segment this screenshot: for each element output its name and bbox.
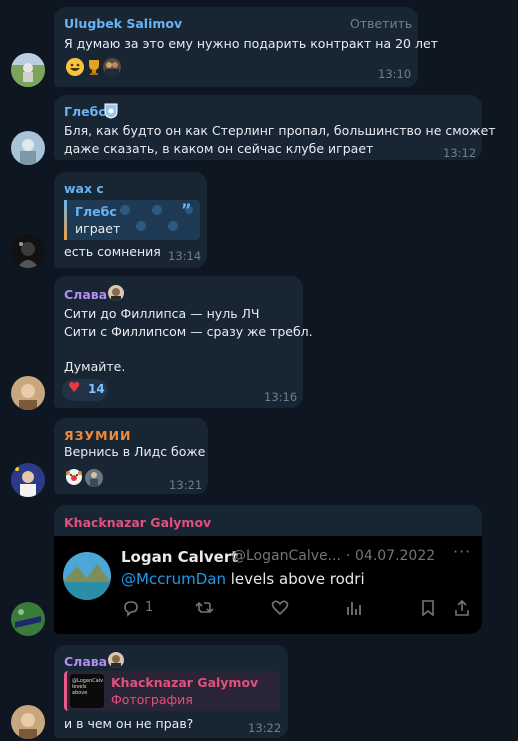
quote-mark-icon: ” (181, 200, 192, 219)
tweet-text: levels above rodri (225, 570, 365, 588)
reaction-pointing-person[interactable] (85, 469, 103, 487)
message-bubble[interactable]: wax c Глебс играет ” есть сомнения 13:14 (54, 172, 207, 268)
message-author[interactable]: Khacknazar Galymov (64, 515, 211, 530)
message-bubble[interactable]: Khacknazar Galymov Logan Calvert @LoganC… (54, 505, 482, 634)
reaction-group-photo[interactable] (103, 58, 121, 76)
avatar[interactable] (11, 705, 45, 739)
message-bubble[interactable]: ЯЗУМИИ Вернись в Лидс боже 13:21 (54, 418, 208, 494)
message-author[interactable]: Глебс (64, 104, 106, 119)
reaction-clown-face[interactable] (66, 469, 82, 485)
reaction-grinning-face[interactable] (66, 58, 84, 76)
group-photo-icon (105, 62, 119, 76)
avatar-photo (11, 705, 45, 739)
quote-thumbnail: @LoganCalv levels above (70, 674, 104, 708)
tweet-handle[interactable]: @LoganCalve... (232, 548, 341, 564)
message-author[interactable]: wax c (64, 181, 104, 196)
message-text: и в чем он не прав? (64, 716, 194, 731)
message-text-line: Сити с Филлипсом — сразу же требл. (64, 324, 313, 339)
message-text-line: Сити до Филлипса — нуль ЛЧ (64, 306, 260, 321)
pointing-person-icon (90, 472, 98, 487)
avatar[interactable] (11, 602, 45, 636)
message-text-line: Бля, как будто он как Стерлинг пропал, б… (64, 123, 496, 138)
tweet-avatar-photo (63, 552, 111, 600)
tweet-more-icon[interactable]: ··· (453, 542, 471, 561)
quote-text: играет (75, 221, 121, 236)
reply-quote[interactable]: @LoganCalv levels above Khacknazar Galym… (64, 671, 280, 711)
avatar[interactable] (11, 131, 45, 165)
views-icon[interactable] (344, 598, 364, 618)
author-badge-avatar (108, 285, 124, 301)
author-badge-avatar (108, 652, 124, 668)
tweet-body: @MccrumDan levels above rodri (121, 570, 365, 588)
like-icon[interactable] (270, 598, 290, 618)
quote-thumbnail-text: @LoganCalv levels above (72, 678, 104, 696)
grinning-face-icon (70, 63, 80, 71)
message-time: 13:14 (168, 249, 202, 263)
message-author[interactable]: Слава (64, 287, 107, 302)
avatar-photo (11, 234, 45, 268)
avatar[interactable] (11, 234, 45, 268)
club-shield-icon (104, 103, 118, 119)
retweet-icon[interactable] (194, 598, 216, 618)
tweet-avatar[interactable] (63, 552, 111, 600)
avatar-photo (11, 602, 45, 636)
message-text: Вернись в Лидс боже (64, 444, 206, 459)
bookmark-icon[interactable] (418, 598, 438, 618)
message-time: 13:12 (443, 146, 477, 160)
message-text: есть сомнения (64, 244, 161, 259)
avatar-photo (11, 53, 45, 87)
message-text-line: даже сказать, в каком он сейчас клубе иг… (64, 141, 374, 156)
reaction-count: 14 (88, 382, 105, 396)
tweet-embed[interactable]: Logan Calvert @LoganCalve... · 04.07.202… (54, 536, 482, 634)
clown-face-icon (66, 471, 82, 481)
reaction-heart[interactable]: ♥ 14 (62, 379, 108, 401)
avatar-photo (11, 131, 45, 165)
quote-author: Глебс (75, 204, 117, 219)
message-author[interactable]: Слава (64, 654, 107, 669)
message-author[interactable]: ЯЗУМИИ (64, 428, 132, 443)
message-bubble[interactable]: Ulugbek Salimov Ответить Я думаю за это … (54, 7, 438, 87)
tweet-reply-count: 1 (145, 600, 154, 615)
tweet-author-name[interactable]: Logan Calvert (121, 548, 238, 566)
message-bubble[interactable]: Слава Сити до Филлипса — нуль ЛЧ Сити с … (54, 276, 313, 408)
reaction-trophy[interactable] (85, 58, 103, 76)
message-author[interactable]: Ulugbek Salimov (64, 16, 182, 31)
share-icon[interactable] (452, 598, 472, 618)
avatar-photo (11, 463, 45, 497)
message-time: 13:22 (248, 721, 282, 735)
message-text: Я думаю за это ему нужно подарить контра… (64, 36, 438, 51)
tweet-date: 04.07.2022 (355, 548, 436, 564)
reply-icon (124, 601, 138, 617)
message-time: 13:10 (378, 67, 412, 81)
avatar-photo (11, 376, 45, 410)
tweet-reply-button[interactable]: 1 (121, 598, 161, 618)
trophy-icon (89, 60, 99, 75)
tweet-mention[interactable]: @MccrumDan (121, 570, 226, 588)
message-bubble[interactable]: Слава @LoganCalv levels above Khacknazar… (54, 645, 288, 738)
message-time: 13:16 (264, 390, 298, 404)
message-text-line: Думайте. (64, 359, 126, 374)
avatar[interactable] (11, 53, 45, 87)
tweet-date-separator: · (346, 548, 351, 564)
quote-text: Фотография (111, 692, 193, 707)
avatar[interactable] (11, 376, 45, 410)
avatar[interactable] (11, 463, 45, 497)
heart-icon: ♥ (68, 380, 81, 396)
quote-author: Khacknazar Galymov (111, 675, 259, 690)
reply-button[interactable]: Ответить (350, 15, 412, 33)
message-bubble[interactable]: Глебс Бля, как будто он как Стерлинг про… (54, 95, 496, 160)
message-time: 13:21 (169, 478, 203, 492)
reply-quote[interactable]: Глебс играет ” (64, 200, 200, 240)
